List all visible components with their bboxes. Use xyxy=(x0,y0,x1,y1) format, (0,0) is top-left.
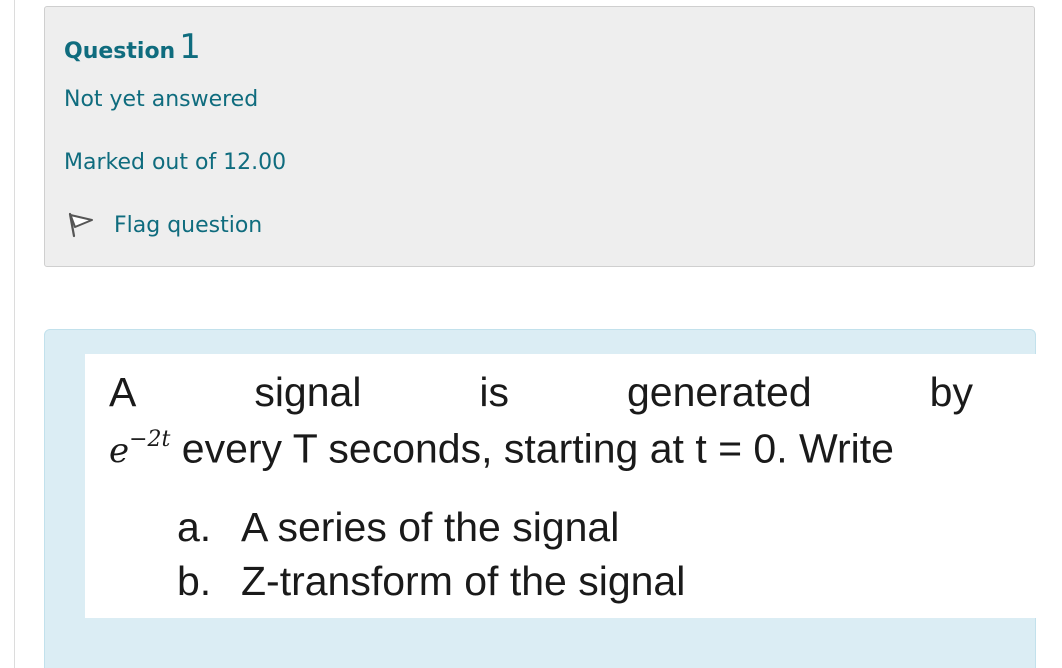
question-line-2-text: every T seconds, starting at t = 0. Writ… xyxy=(170,425,894,472)
quiz-page: Question 1 Not yet answered Marked out of… xyxy=(0,0,1062,668)
word: is xyxy=(479,369,510,415)
question-label: Question xyxy=(64,39,176,64)
list-marker: b. xyxy=(177,558,212,604)
word: signal xyxy=(254,369,362,415)
question-line-1: A signal is generated by xyxy=(109,368,973,416)
math-exponent: −2t xyxy=(129,427,171,452)
list-item: a. A series of the signal xyxy=(177,500,685,554)
left-divider xyxy=(14,0,15,668)
question-number: 1 xyxy=(179,27,201,67)
word: generated xyxy=(627,369,812,415)
flag-outline-icon xyxy=(64,210,100,240)
list-item-text: A series of the signal xyxy=(241,504,620,550)
question-grade: Marked out of 12.00 xyxy=(64,150,287,175)
word: by xyxy=(929,369,973,415)
question-items-list: a. A series of the signal b. Z-transform… xyxy=(177,500,685,608)
flag-question-button[interactable]: Flag question xyxy=(64,210,262,240)
question-info-panel: Question 1 Not yet answered Marked out of… xyxy=(44,6,1035,267)
math-expression: e−2t xyxy=(109,427,170,472)
math-base: e xyxy=(109,431,130,472)
list-marker: a. xyxy=(177,504,212,550)
question-state: Not yet answered xyxy=(64,87,259,112)
question-heading: Question 1 xyxy=(64,27,201,67)
list-item: b. Z-transform of the signal xyxy=(177,554,685,608)
question-line-2: e−2t every T seconds, starting at t = 0.… xyxy=(109,420,894,475)
list-item-text: Z-transform of the signal xyxy=(241,558,686,604)
question-text-image: A signal is generated by e−2t every T se… xyxy=(85,354,1037,618)
word: A xyxy=(109,369,137,415)
flag-question-label: Flag question xyxy=(114,212,263,238)
